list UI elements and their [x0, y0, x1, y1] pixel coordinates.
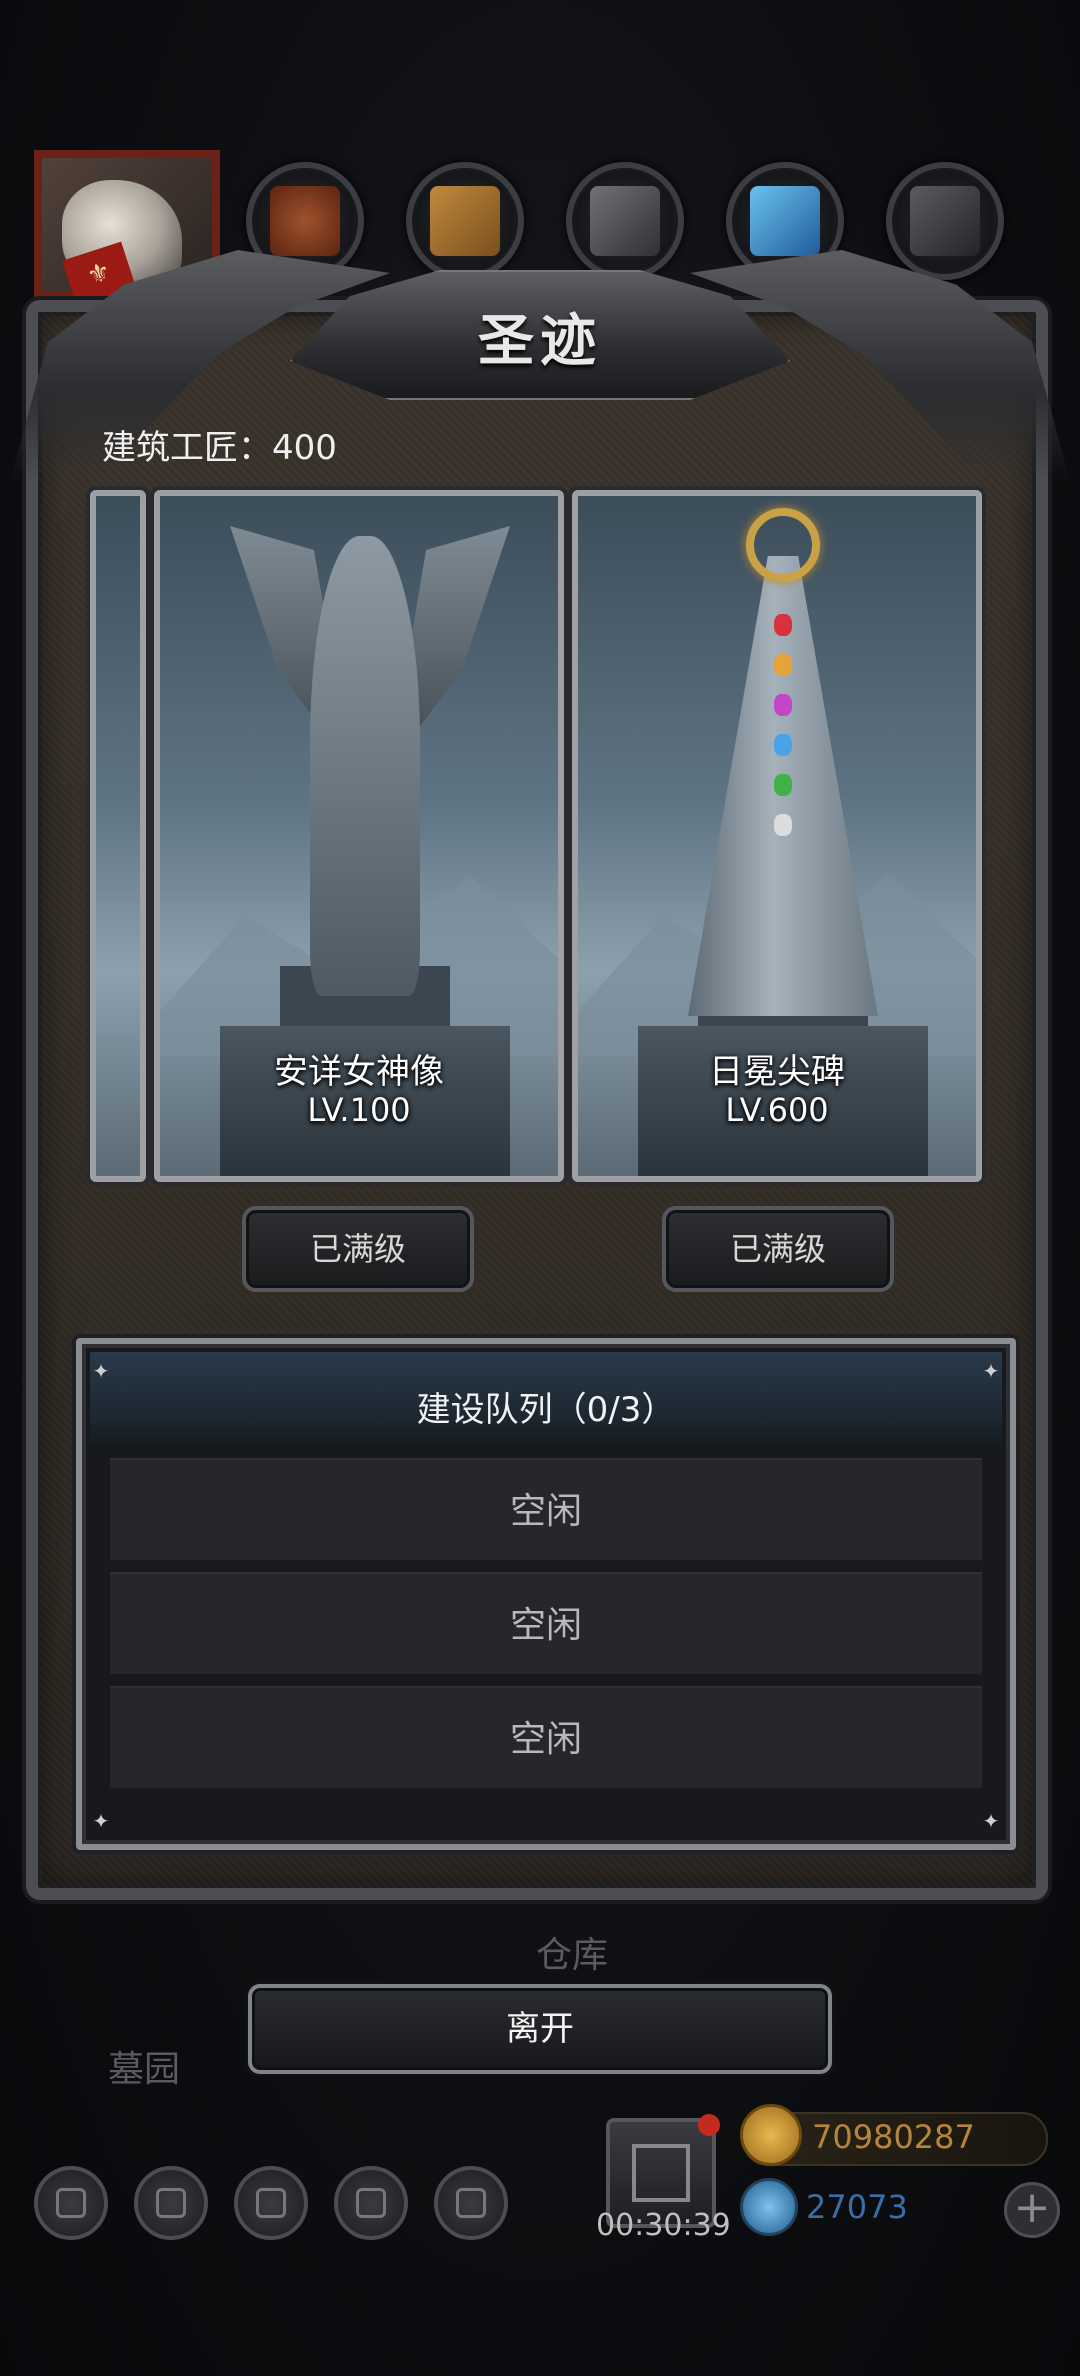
- builder-count: 建筑工匠：400: [102, 428, 337, 468]
- build-queue-header: 建设队列（0/3）: [90, 1352, 1002, 1450]
- building-level: LV.100: [307, 1091, 411, 1129]
- mail-icon[interactable]: [334, 2166, 408, 2240]
- building-level: LV.600: [725, 1091, 829, 1129]
- build-queue-panel: 建设队列（0/3） 空闲 空闲 空闲 ✦ ✦ ✦ ✦: [76, 1338, 1016, 1850]
- building-name: 安详女神像: [274, 1052, 444, 1092]
- leave-button[interactable]: 离开: [248, 1984, 832, 2074]
- sparkle-icon: ✦: [92, 1809, 110, 1833]
- stone-resource-icon[interactable]: [566, 162, 684, 280]
- gift-timer: 00:30:39: [596, 2208, 731, 2243]
- building-card-previous[interactable]: [90, 490, 146, 1182]
- queue-slot-status: 空闲: [509, 1719, 582, 1760]
- warehouse-label: 仓库: [536, 1935, 609, 1976]
- gold-amount: 70980287: [812, 2118, 975, 2156]
- wood-resource-icon[interactable]: [406, 162, 524, 280]
- settings-icon[interactable]: [34, 2166, 108, 2240]
- gem-amount: 27073: [806, 2188, 908, 2226]
- max-level-button[interactable]: 已满级: [662, 1206, 894, 1292]
- sparkle-icon: ✦: [92, 1359, 110, 1383]
- queue-slot[interactable]: 空闲: [110, 1458, 982, 1562]
- dialog-title: 圣迹: [478, 308, 602, 374]
- star-icon[interactable]: [134, 2166, 208, 2240]
- battle-icon[interactable]: [434, 2166, 508, 2240]
- queue-slot-status: 空闲: [509, 1605, 582, 1646]
- building-card[interactable]: 安详女神像 LV.100: [154, 490, 564, 1182]
- sparkle-icon: ✦: [982, 1359, 1000, 1383]
- rank-icon[interactable]: [234, 2166, 308, 2240]
- sparkle-icon: ✦: [982, 1809, 1000, 1833]
- gold-coin-icon: [740, 2104, 802, 2166]
- building-card[interactable]: 日冕尖碑 LV.600: [572, 490, 982, 1182]
- building-name: 日冕尖碑: [709, 1052, 845, 1092]
- queue-slot[interactable]: 空闲: [110, 1572, 982, 1676]
- cemetery-label: 墓园: [108, 2049, 181, 2090]
- notification-dot: [698, 2114, 720, 2136]
- gem-icon: [740, 2178, 798, 2236]
- goddess-statue-image: [310, 536, 420, 996]
- screen: ⚜ 圣迹 建筑工匠：400 安详女神像 LV.100 日冕尖碑 LV.600 已…: [0, 0, 1080, 2376]
- max-level-button[interactable]: 已满级: [242, 1206, 474, 1292]
- iron-resource-icon[interactable]: [886, 162, 1004, 280]
- build-queue-title: 建设队列（0/3）: [416, 1390, 676, 1430]
- queue-slot[interactable]: 空闲: [110, 1686, 982, 1790]
- sun-ring-icon: [746, 508, 820, 582]
- queue-slot-status: 空闲: [509, 1491, 582, 1532]
- plus-icon[interactable]: +: [1004, 2182, 1060, 2238]
